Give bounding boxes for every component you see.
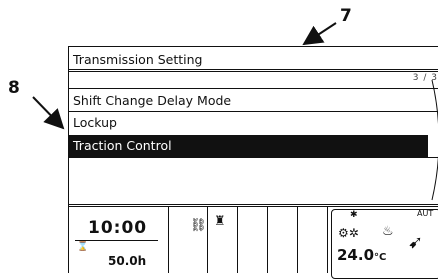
status-top-border bbox=[68, 204, 438, 205]
defrost-icon: ♨ bbox=[382, 224, 394, 239]
status-divider bbox=[168, 206, 169, 273]
status-top-border-2 bbox=[68, 206, 438, 207]
climate-mode-label: AUT bbox=[417, 209, 434, 218]
indicator-divider bbox=[207, 206, 208, 273]
airflow-seat-icon: ➹ bbox=[408, 232, 424, 253]
hourglass-icon: ⌛ bbox=[77, 242, 89, 252]
operator-icon: ♜ bbox=[214, 214, 226, 229]
fan-icon: ✱ bbox=[350, 210, 358, 220]
seatbelt-warning-icon: ⛓ bbox=[190, 218, 207, 233]
clock-divider bbox=[75, 240, 158, 241]
climate-mode-icon: ⚙✲ bbox=[338, 226, 359, 240]
indicator-divider bbox=[237, 206, 238, 273]
indicator-divider bbox=[327, 206, 328, 273]
indicator-divider bbox=[297, 206, 298, 273]
climate-temperature: 24.0°C bbox=[337, 246, 387, 264]
clock-display: 10:00 bbox=[88, 218, 148, 238]
hour-meter: 50.0h bbox=[108, 254, 147, 268]
indicator-divider bbox=[267, 206, 268, 273]
